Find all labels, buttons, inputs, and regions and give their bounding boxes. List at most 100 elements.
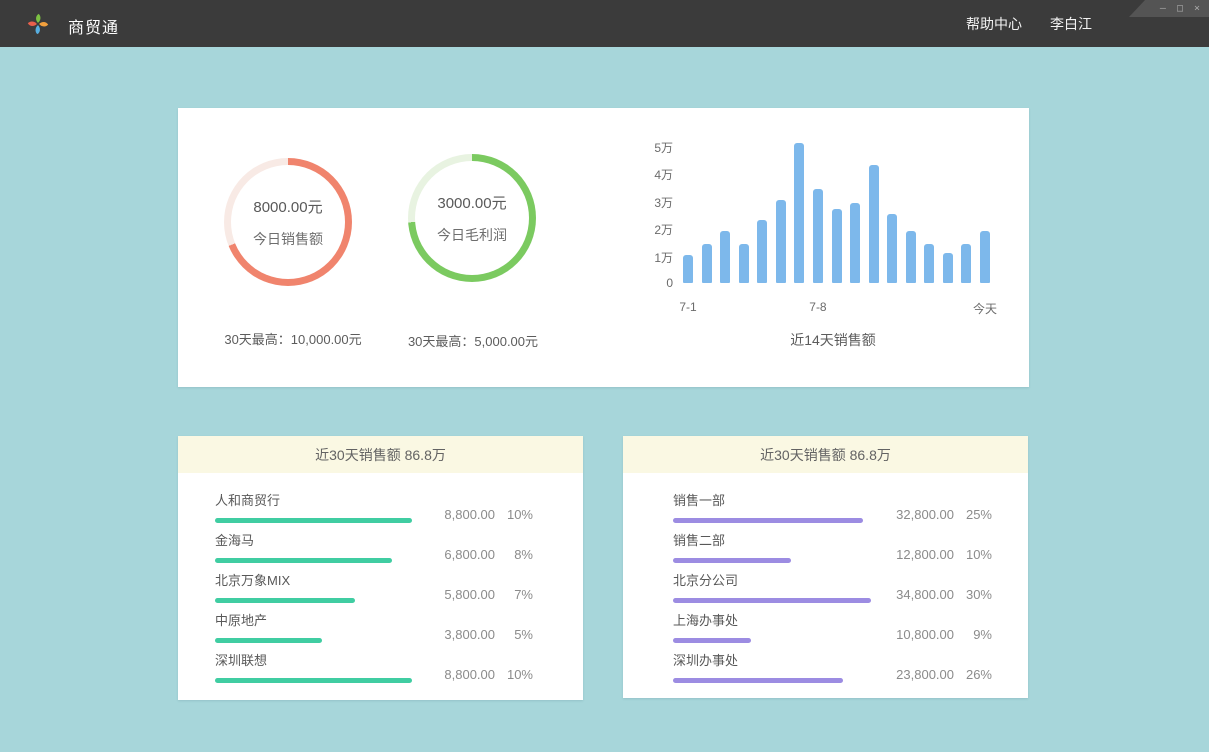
y-tick-5万: 5万 [643, 139, 673, 156]
customer-name: 金海马 [215, 528, 423, 549]
bar-day-17 [980, 231, 990, 283]
department-row-2: 销售二部12,800.0010% [673, 528, 992, 568]
customer-main: 中原地产 [215, 608, 423, 648]
department-bar [673, 678, 843, 683]
bar-day-4 [739, 244, 749, 283]
customer-main: 人和商贸行 [215, 488, 423, 528]
y-tick-0: 0 [643, 276, 673, 290]
window-controls: — □ × [1129, 0, 1209, 17]
today-profit-donut-text: 3000.00元 今日毛利润 [408, 154, 536, 282]
customer-name: 深圳联想 [215, 648, 423, 669]
y-tick-1万: 1万 [643, 249, 673, 266]
customer-main: 金海马 [215, 528, 423, 568]
department-percent: 10% [954, 547, 992, 562]
customer-bar [215, 678, 412, 683]
department-name: 销售一部 [673, 488, 882, 509]
x-tick-7-1: 7-1 [679, 300, 696, 314]
department-name: 北京分公司 [673, 568, 882, 589]
customer-row-3: 北京万象MIX5,800.007% [215, 568, 533, 608]
customer-amount: 3,800.00 [423, 627, 495, 642]
department-panel-header: 近30天销售额 86.8万 [623, 436, 1028, 473]
today-profit-donut-chart: 3000.00元 今日毛利润 [408, 154, 536, 282]
bar-day-13 [906, 231, 916, 283]
today-sales-value: 8000.00元 [253, 196, 322, 217]
customer-amount: 8,800.00 [423, 667, 495, 682]
x-tick-7-8: 7-8 [809, 300, 826, 314]
bar-day-9 [832, 209, 842, 283]
help-center-link[interactable]: 帮助中心 [966, 14, 1022, 34]
department-amount: 32,800.00 [882, 507, 954, 522]
bar-day-6 [776, 200, 786, 283]
customer-row-2: 金海马6,800.008% [215, 528, 533, 568]
department-percent: 30% [954, 587, 992, 602]
department-bar [673, 558, 791, 563]
department-bar [673, 518, 863, 523]
bar-chart-title: 近14天销售额 [663, 330, 1003, 350]
today-sales-donut-chart: 8000.00元 今日销售额 [224, 158, 352, 286]
close-icon[interactable]: × [1194, 4, 1200, 14]
customer-bar [215, 598, 355, 603]
department-name: 深圳办事处 [673, 648, 882, 669]
customer-amount: 6,800.00 [423, 547, 495, 562]
customer-bar [215, 558, 392, 563]
bar-day-14 [924, 244, 934, 283]
department-amount: 23,800.00 [882, 667, 954, 682]
customer-name: 人和商贸行 [215, 488, 423, 509]
bar-day-10 [850, 203, 860, 283]
minimize-icon[interactable]: — [1160, 4, 1166, 14]
department-bar [673, 598, 871, 603]
customer-name: 北京万象MIX [215, 568, 423, 589]
bar-day-15 [943, 253, 953, 283]
customer-values: 5,800.007% [423, 568, 533, 608]
department-bar [673, 638, 751, 643]
department-amount: 34,800.00 [882, 587, 954, 602]
today-sales-label: 今日销售额 [253, 229, 323, 249]
department-percent: 25% [954, 507, 992, 522]
department-row-4: 上海办事处10,800.009% [673, 608, 992, 648]
customer-percent: 10% [495, 667, 533, 682]
y-tick-4万: 4万 [643, 166, 673, 183]
department-values: 23,800.0026% [882, 648, 992, 688]
customer-bar [215, 518, 412, 523]
titlebar: 商贸通 帮助中心 李白江 — □ × [0, 0, 1209, 47]
bar-day-12 [887, 214, 897, 283]
app-logo-pinwheel-icon [25, 11, 51, 37]
bar-day-16 [961, 244, 971, 283]
customer-row-4: 中原地产3,800.005% [215, 608, 533, 648]
y-tick-3万: 3万 [643, 194, 673, 211]
department-percent: 9% [954, 627, 992, 642]
customer-bar [215, 638, 322, 643]
user-menu[interactable]: 李白江 [1050, 14, 1092, 34]
customer-row-1: 人和商贸行8,800.0010% [215, 488, 533, 528]
maximize-icon[interactable]: □ [1177, 4, 1183, 14]
department-row-5: 深圳办事处23,800.0026% [673, 648, 992, 688]
customer-amount: 5,800.00 [423, 587, 495, 602]
sales-14d-bar-chart: 01万2万3万4万5万 7-17-8今天 近14天销售额 [643, 130, 1003, 360]
customer-percent: 5% [495, 627, 533, 642]
department-row-3: 北京分公司34,800.0030% [673, 568, 992, 608]
department-values: 32,800.0025% [882, 488, 992, 528]
department-values: 34,800.0030% [882, 568, 992, 608]
customer-percent: 7% [495, 587, 533, 602]
bar-day-2 [702, 244, 712, 283]
customer-ranking-list: 人和商贸行8,800.0010%金海马6,800.008%北京万象MIX5,80… [178, 473, 583, 688]
department-ranking-list: 销售一部32,800.0025%销售二部12,800.0010%北京分公司34,… [623, 473, 1028, 688]
customer-values: 3,800.005% [423, 608, 533, 648]
department-percent: 26% [954, 667, 992, 682]
customer-percent: 8% [495, 547, 533, 562]
customer-percent: 10% [495, 507, 533, 522]
customer-sales-ranking-panel: 近30天销售额 86.8万 人和商贸行8,800.0010%金海马6,800.0… [178, 436, 583, 700]
bar-day-5 [757, 220, 767, 283]
titlebar-menu: 帮助中心 李白江 [966, 0, 1092, 47]
customer-main: 北京万象MIX [215, 568, 423, 608]
bar-day-8 [813, 189, 823, 283]
department-amount: 12,800.00 [882, 547, 954, 562]
bar-day-1 [683, 255, 693, 283]
department-main: 上海办事处 [673, 608, 882, 648]
customer-row-5: 深圳联想8,800.0010% [215, 648, 533, 688]
today-profit-value: 3000.00元 [437, 192, 506, 213]
customer-values: 8,800.0010% [423, 648, 533, 688]
y-tick-2万: 2万 [643, 221, 673, 238]
today-profit-label: 今日毛利润 [437, 225, 507, 245]
today-sales-donut-text: 8000.00元 今日销售额 [224, 158, 352, 286]
